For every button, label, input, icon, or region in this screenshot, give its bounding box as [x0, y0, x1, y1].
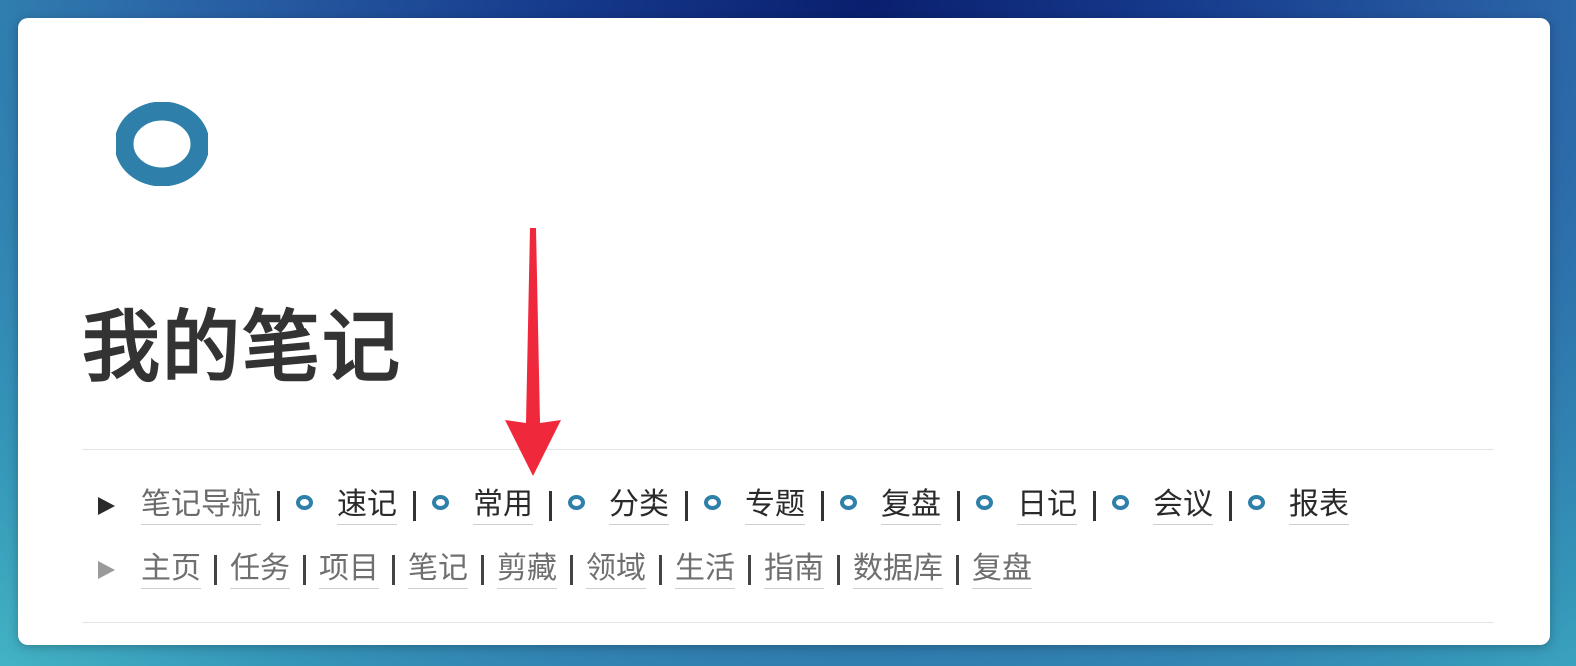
nav-link-biji[interactable]: 笔记 [408, 552, 468, 589]
nav-link-huiyi[interactable]: 会议 [1153, 488, 1213, 525]
nav-link-suji[interactable]: 速记 [337, 488, 397, 525]
separator [659, 555, 662, 586]
separator [685, 491, 688, 522]
separator [214, 555, 217, 586]
toggle-triangle-icon[interactable] [98, 561, 115, 580]
page-ring-icon[interactable] [116, 102, 208, 186]
ring-icon [704, 494, 721, 510]
nav-home-link[interactable]: 笔记导航 [141, 488, 261, 525]
nav-link-zhinan[interactable]: 指南 [764, 552, 824, 589]
separator [392, 555, 395, 586]
separator [957, 491, 960, 522]
nav-primary: 笔记导航 速记 常用 分类 专题 复盘 日记 会议 报表 [98, 488, 1349, 525]
nav-link-shujuku[interactable]: 数据库 [853, 552, 943, 589]
separator [748, 555, 751, 586]
separator [837, 555, 840, 586]
nav-link-xiangmu[interactable]: 项目 [319, 552, 379, 589]
nav-link-lingyu[interactable]: 领域 [586, 552, 646, 589]
divider-top [82, 449, 1494, 450]
separator [549, 491, 552, 522]
nav-link-baobiao[interactable]: 报表 [1289, 488, 1349, 525]
ring-icon [296, 494, 313, 510]
nav-link-jiancang[interactable]: 剪藏 [497, 552, 557, 589]
page-card: 我的笔记 笔记导航 速记 常用 分类 专题 复盘 日记 会议 报表 主页 任务 … [18, 18, 1550, 645]
nav-link-renwu[interactable]: 任务 [230, 552, 290, 589]
red-arrow-down-icon [505, 228, 561, 476]
nav-link-fupan-2[interactable]: 复盘 [972, 552, 1032, 589]
divider-bottom [82, 622, 1494, 623]
ring-icon [432, 494, 449, 510]
ring-icon [568, 494, 585, 510]
toggle-triangle-icon[interactable] [98, 497, 115, 516]
separator [277, 491, 280, 522]
separator [303, 555, 306, 586]
nav-link-shenghuo[interactable]: 生活 [675, 552, 735, 589]
separator [956, 555, 959, 586]
page-title: 我的笔记 [82, 303, 403, 391]
ring-icon [840, 494, 857, 510]
ring-icon [1248, 494, 1265, 510]
separator [1229, 491, 1232, 522]
nav-link-riji[interactable]: 日记 [1017, 488, 1077, 525]
nav-link-zhuanti[interactable]: 专题 [745, 488, 805, 525]
ring-icon [976, 494, 993, 510]
separator [413, 491, 416, 522]
separator [821, 491, 824, 522]
separator [570, 555, 573, 586]
nav-link-zhuye[interactable]: 主页 [141, 552, 201, 589]
separator [481, 555, 484, 586]
separator [1093, 491, 1096, 522]
nav-link-fenlei[interactable]: 分类 [609, 488, 669, 525]
nav-link-changyong[interactable]: 常用 [473, 488, 533, 525]
nav-link-fupan[interactable]: 复盘 [881, 488, 941, 525]
nav-secondary: 主页 任务 项目 笔记 剪藏 领域 生活 指南 数据库 复盘 [98, 552, 1032, 589]
ring-icon [1112, 494, 1129, 510]
